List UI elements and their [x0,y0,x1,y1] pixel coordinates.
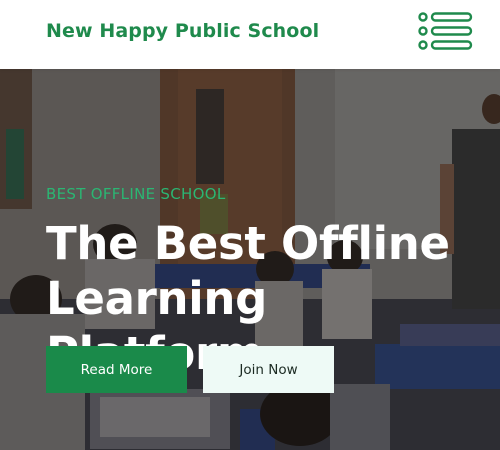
navbar: New Happy Public School [0,0,500,69]
hero-eyebrow: BEST OFFLINE SCHOOL [46,185,226,203]
hero-section: BEST OFFLINE SCHOOL The Best Offline Lea… [0,69,500,450]
hero-headline-line-1: The Best Offline [46,217,450,270]
read-more-button[interactable]: Read More [46,346,187,393]
list-menu-icon [418,12,473,50]
brand-name[interactable]: New Happy Public School [46,20,319,42]
menu-toggle-button[interactable] [418,11,474,51]
join-now-button[interactable]: Join Now [203,346,334,393]
